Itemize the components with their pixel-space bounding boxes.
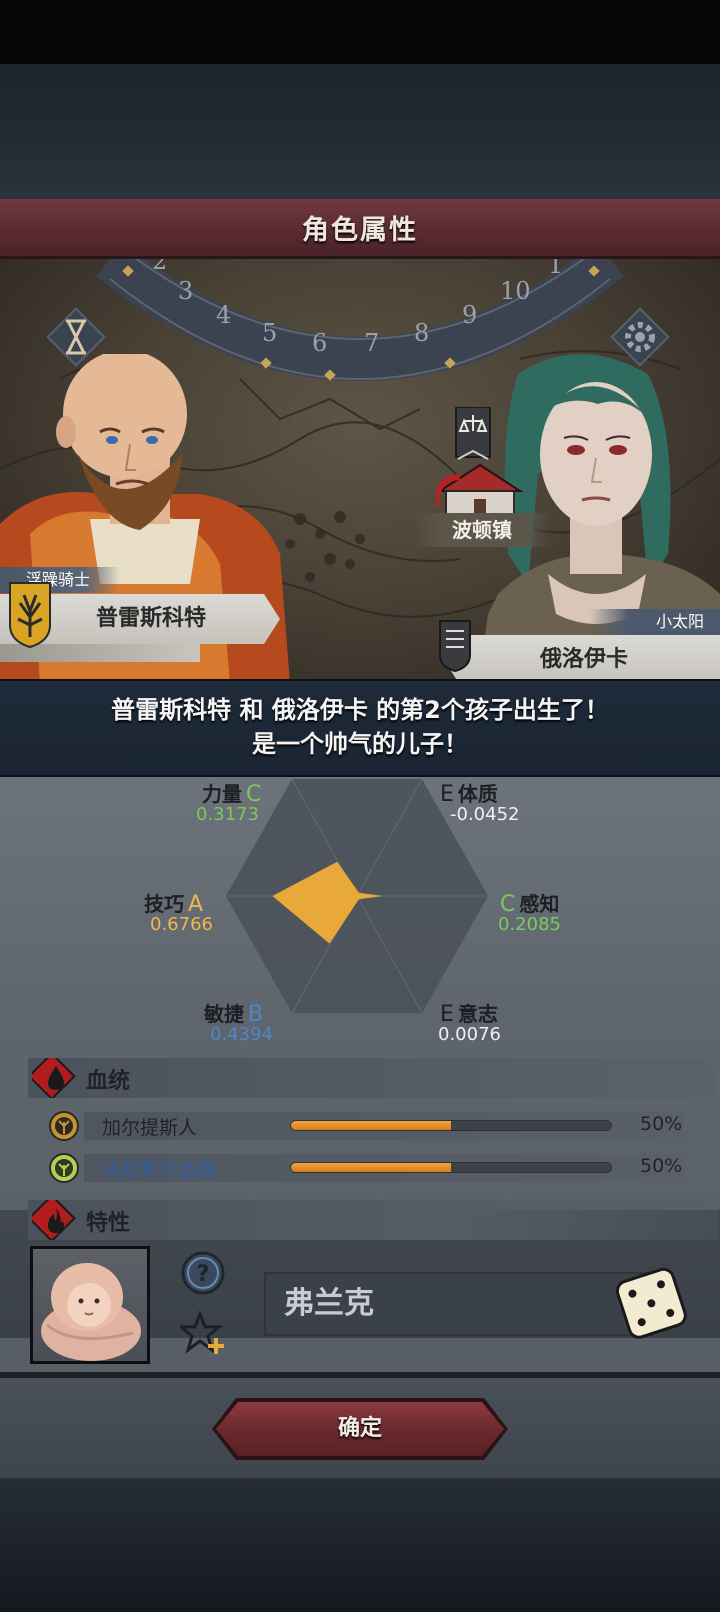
town-icon[interactable] [436,407,524,527]
page-title: 角色属性 [302,215,418,246]
add-trait-star-icon[interactable] [180,1310,226,1356]
calendar-number: 5 [262,319,277,347]
calendar-number: 9 [462,301,477,329]
baby-image [41,1263,141,1361]
tree-emblem-icon [49,1111,79,1141]
stat-agility-value: 0.4394 [210,1024,273,1045]
bottom-background [0,1478,720,1612]
announcement-line-2: 是一个帅气的儿子！ [252,730,468,758]
traits-title: 特性 [86,1211,131,1236]
stat-will-value: 0.0076 [438,1024,501,1045]
lineage-percent: 50% [640,1155,683,1177]
confirm-button[interactable]: 确定 [216,1402,504,1456]
calendar-number: 3 [178,277,193,305]
lineage-row: 法拉希尔血裔 50% [44,1150,708,1186]
stat-constitution: E 体质 [436,778,498,807]
calendar-number: 1 [548,259,563,279]
stat-strength: 力量 C [202,778,265,807]
mother-role-label: 小太阳 [590,609,720,635]
stat-skill-value: 0.6766 [150,914,213,935]
stat-strength-value: 0.3173 [196,804,259,825]
announcement-line-1: 普雷斯科特 和 俄洛伊卡 的第2个孩子出生了！ [111,696,609,724]
stat-skill: 技巧 A [144,888,207,917]
family-scene: 2 3 4 5 6 7 8 9 10 1 波顿镇 浮躁骑士 普雷斯科特 小太阳 … [0,259,720,679]
title-bar: 角色属性 [0,199,720,259]
calendar-number: 10 [500,277,531,305]
lineage-row: 加尔提斯人 50% [44,1108,708,1144]
stat-constitution-value: -0.0452 [450,804,520,825]
child-portrait[interactable] [30,1246,150,1364]
lineage-name: 法拉希尔血裔 [102,1159,217,1181]
top-black-bar [0,0,720,64]
top-background [0,64,720,199]
town-label: 波顿镇 [412,513,552,547]
lineage-percent: 50% [640,1113,683,1135]
random-name-dice-icon[interactable] [612,1262,692,1342]
stat-perception: C 感知 [496,888,559,917]
lineage-title: 血统 [86,1069,131,1094]
father-crest-icon [9,582,51,649]
blood-drop-icon [32,1058,76,1098]
traits-header: 特性 [28,1200,718,1240]
help-icon[interactable]: ? [180,1250,226,1296]
flame-icon [32,1200,76,1240]
stat-will: E 意志 [436,998,498,1027]
lineage-header: 血统 [28,1058,718,1098]
calendar-number: 6 [312,329,327,357]
stat-strength-label: 力量 [202,782,242,806]
calendar-number: 4 [216,301,231,329]
calendar-number: 8 [414,319,429,347]
birth-announcement: 普雷斯科特 和 俄洛伊卡 的第2个孩子出生了！ 是一个帅气的儿子！ [0,679,720,777]
stat-perception-label: 感知 [519,892,560,916]
stat-will-label: 意志 [457,1002,498,1026]
stat-perception-value: 0.2085 [498,914,561,935]
calendar-number: 2 [152,259,167,275]
stat-constitution-label: 体质 [457,782,498,806]
lineage-progress-bar [290,1120,612,1131]
svg-text:?: ? [197,1262,210,1287]
lineage-progress-bar [290,1162,612,1173]
mother-name[interactable]: 俄洛伊卡 [444,635,720,679]
calendar-number: 7 [364,329,379,357]
stat-skill-label: 技巧 [144,892,184,916]
stat-agility-label: 敏捷 [204,1002,244,1026]
lineage-progress-fill [291,1121,451,1130]
lineage-name: 加尔提斯人 [102,1117,198,1139]
stat-agility: 敏捷 B [204,998,267,1027]
lineage-progress-fill [291,1163,451,1172]
child-name-field[interactable]: 弗兰克 [264,1272,654,1336]
mother-crest-icon [439,620,471,673]
leaf-tree-icon [49,1153,79,1183]
